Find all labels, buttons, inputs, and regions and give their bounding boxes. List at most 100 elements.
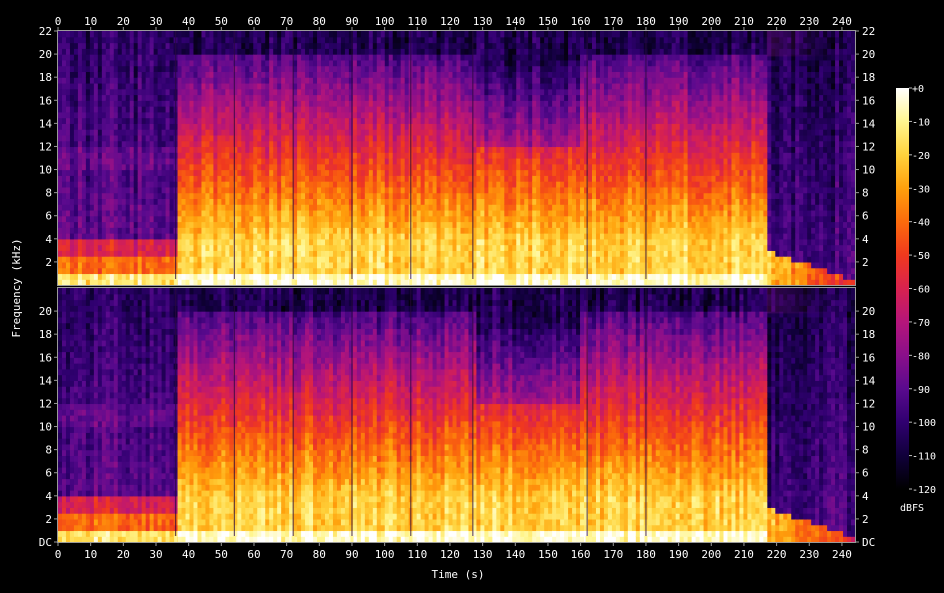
spectrogram-cell — [110, 233, 115, 239]
spectrogram-cell — [500, 95, 505, 101]
spectrogram-cell — [82, 37, 87, 43]
spectrogram-cell — [245, 158, 250, 164]
spectrogram-cell — [484, 222, 489, 228]
spectrogram-cell — [313, 204, 318, 210]
spectrogram-cell — [221, 170, 226, 176]
spectrogram-cell — [301, 100, 306, 106]
spectrogram-cell — [492, 141, 497, 147]
spectrogram-cell — [460, 37, 465, 43]
spectrogram-cell — [58, 245, 63, 251]
spectrogram-cell — [74, 112, 79, 118]
spectrogram-cell — [126, 100, 131, 106]
spectrogram-cell — [337, 158, 342, 164]
spectrogram-cell — [66, 112, 71, 118]
spectrogram-cell — [122, 268, 127, 274]
spectrogram-cell — [464, 146, 469, 152]
spectrogram-cell — [213, 141, 218, 147]
spectrogram-cell — [397, 77, 402, 83]
spectrogram-cell — [500, 77, 505, 83]
spectrogram-cell — [492, 77, 497, 83]
spectrogram-cell — [313, 95, 318, 101]
spectrogram-cell — [126, 129, 131, 135]
spectrogram-cell — [273, 89, 278, 95]
spectrogram-cell — [197, 83, 202, 89]
spectrogram-cell — [329, 175, 334, 181]
spectrogram-cell — [476, 31, 481, 37]
spectrogram-cell — [102, 112, 107, 118]
spectrogram-cell — [377, 83, 382, 89]
spectrogram-cell — [321, 250, 326, 256]
spectrogram-cell — [377, 256, 382, 262]
spectrogram-cell — [357, 95, 362, 101]
spectrogram-cell — [297, 37, 302, 43]
spectrogram-cell — [142, 152, 147, 158]
spectrogram-cell — [401, 48, 406, 54]
spectrogram-cell — [389, 141, 394, 147]
spectrogram-cell — [397, 227, 402, 233]
spectrogram-cell — [421, 181, 426, 187]
spectrogram-cell — [425, 233, 430, 239]
spectrogram-cell — [385, 100, 390, 106]
spectrogram-cell — [241, 181, 246, 187]
spectrogram-cell — [325, 43, 330, 49]
spectrogram-cell — [305, 158, 310, 164]
spectrogram-cell — [277, 60, 282, 66]
spectrogram-cell — [421, 239, 426, 245]
spectrogram-cell — [504, 164, 509, 170]
spectrogram-cell — [134, 245, 139, 251]
spectrogram-cell — [381, 48, 386, 54]
spectrogram-cell — [301, 193, 306, 199]
spectrogram-cell — [110, 164, 115, 170]
spectrogram-cell — [249, 227, 254, 233]
spectrogram-cell — [70, 268, 75, 274]
spectrogram-cell — [190, 227, 195, 233]
spectrogram-cell — [305, 175, 310, 181]
spectrogram-cell — [265, 37, 270, 43]
spectrogram-cell — [329, 193, 334, 199]
spectrogram-cell — [146, 112, 151, 118]
spectrogram-cell — [405, 89, 410, 95]
spectrogram-cell — [385, 31, 390, 37]
spectrogram-cell — [449, 100, 454, 106]
spectrogram-cell — [126, 158, 131, 164]
spectrogram-cell — [193, 222, 198, 228]
spectrogram-cell — [154, 123, 159, 129]
spectrogram-cell — [182, 170, 187, 176]
spectrogram-cell — [365, 118, 370, 124]
spectrogram-cell — [437, 164, 442, 170]
spectrogram-cell — [186, 31, 191, 37]
spectrogram-cell — [126, 146, 131, 152]
spectrogram-cell — [433, 43, 438, 49]
spectrogram-cell — [480, 146, 485, 152]
spectrogram-cell — [313, 54, 318, 60]
spectrogram-cell — [98, 198, 103, 204]
spectrogram-cell — [205, 279, 210, 285]
spectrogram-cell — [134, 123, 139, 129]
spectrogram-cell — [193, 210, 198, 216]
spectrogram-cell — [305, 279, 310, 285]
spectrogram-cell — [130, 48, 135, 54]
spectrogram-cell — [317, 83, 322, 89]
spectrogram-cell — [401, 106, 406, 112]
spectrogram-cell — [504, 279, 509, 285]
spectrogram-cell — [476, 268, 481, 274]
spectrogram-cell — [74, 164, 79, 170]
spectrogram-cell — [249, 175, 254, 181]
spectrogram-cell — [460, 262, 465, 268]
spectrogram-cell — [237, 112, 242, 118]
spectrogram-cell — [269, 198, 274, 204]
spectrogram-cell — [114, 170, 119, 176]
spectrogram-cell — [365, 262, 370, 268]
spectrogram-cell — [337, 71, 342, 77]
spectrogram-cell — [389, 193, 394, 199]
spectrogram-cell — [496, 48, 501, 54]
spectrogram-cell — [237, 227, 242, 233]
spectrogram-cell — [480, 193, 485, 199]
spectrogram-cell — [389, 250, 394, 256]
spectrogram-cell — [162, 112, 167, 118]
spectrogram-cell — [182, 273, 187, 279]
spectrogram-cell — [321, 31, 326, 37]
spectrogram-cell — [90, 233, 95, 239]
spectrogram-cell — [277, 262, 282, 268]
spectrogram-cell — [90, 54, 95, 60]
